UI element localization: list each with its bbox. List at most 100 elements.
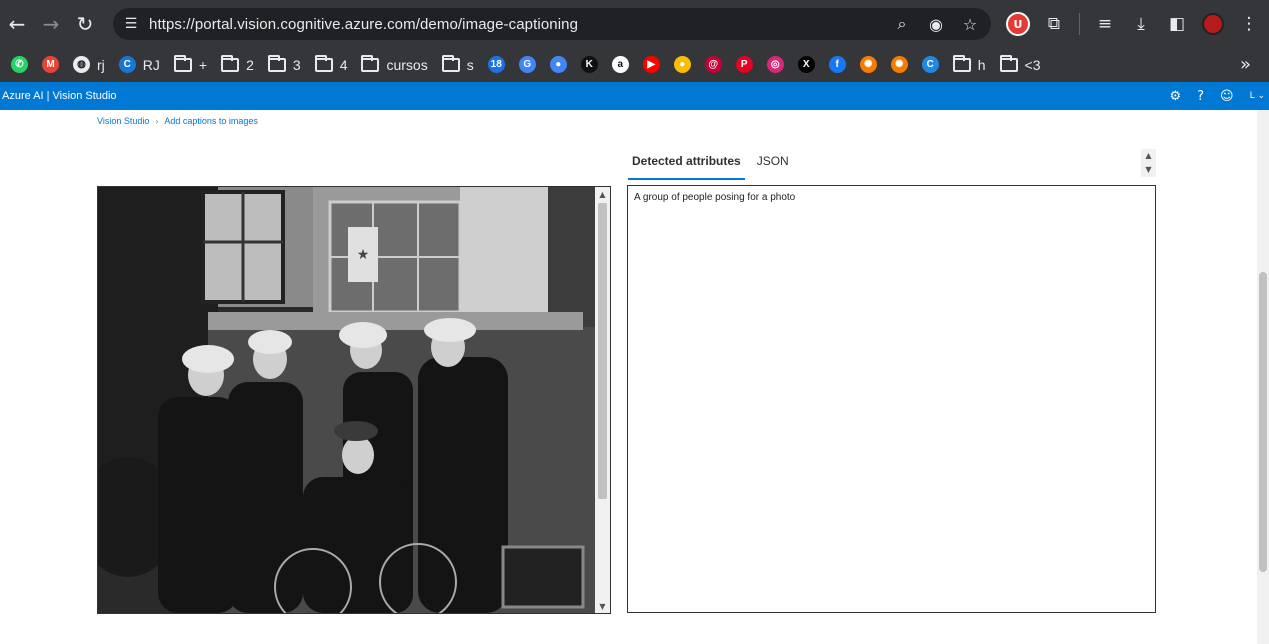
bookmark-label: <3 [1024, 56, 1041, 73]
bookmarks-bar: ✆ M ◍ rj C RJ +2 3 4 cursos s 18 G ● Ka ▶ ● @ P ◎ Xf ✺ ✺ Ch <3 » [0, 47, 1269, 82]
site-settings-icon[interactable]: ☰ [113, 16, 149, 32]
bookmark-label: 3 [292, 56, 301, 73]
youtube-music-icon: ▶ [642, 56, 660, 73]
bookmark-debian[interactable]: @ [698, 51, 729, 79]
settings-gear-icon[interactable]: ⚙ [1169, 89, 1181, 104]
tabs-scroll-up-icon[interactable]: ▲ [1141, 149, 1156, 163]
bookmark-label: 2 [246, 56, 254, 73]
bookmark-chrome-like[interactable]: ● [667, 51, 698, 79]
ublock-icon[interactable]: U [1003, 9, 1033, 39]
swirl-icon: @ [704, 56, 722, 73]
bookmark-folder-s[interactable]: s [435, 51, 481, 79]
profile-avatar[interactable] [1198, 9, 1228, 39]
rj-app-icon: C [118, 56, 136, 73]
bookmark-edge-like[interactable]: C [915, 51, 946, 79]
zoom-icon[interactable]: ⌕ [889, 14, 915, 34]
translate-icon: G [518, 56, 536, 73]
eye-off-icon[interactable]: ◉ [923, 15, 949, 34]
detected-attributes-panel: A group of people posing for a photo [627, 185, 1156, 613]
image-scroll-thumb[interactable] [598, 203, 607, 499]
menu-kebab-icon[interactable]: ⋮ [1234, 9, 1264, 39]
scroll-down-arrow-icon[interactable]: ▼ [595, 599, 610, 613]
address-bar[interactable]: ☰ https://portal.vision.cognitive.azure.… [113, 8, 991, 40]
k-app-icon: K [580, 56, 598, 73]
bookmark-youtube-music[interactable]: ▶ [636, 51, 667, 79]
bookmark-star-icon[interactable]: ☆ [957, 15, 983, 34]
extensions-icon[interactable]: ⧉ [1039, 9, 1069, 39]
bookmark-pinterest[interactable]: P [729, 51, 760, 79]
bookmark-label: s [466, 56, 474, 73]
orange-gear-icon: ✺ [859, 56, 877, 73]
bookmark-facebook[interactable]: f [822, 51, 853, 79]
breadcrumb-current[interactable]: Add captions to images [164, 116, 258, 126]
bookmark-rj-app[interactable]: C RJ [112, 51, 167, 79]
folder-icon [361, 54, 380, 72]
folder-icon [999, 54, 1018, 72]
back-icon[interactable]: ← [0, 7, 34, 41]
page-scrollbar[interactable] [1257, 110, 1269, 644]
tab-detected-attributes[interactable]: Detected attributes [628, 150, 745, 180]
x-icon: X [797, 56, 815, 73]
bookmark-calendar[interactable]: 18 [481, 51, 512, 79]
bookmark-x[interactable]: X [791, 51, 822, 79]
folder-icon [173, 54, 192, 72]
media-controls-icon[interactable]: ≡ [1090, 9, 1120, 39]
image-preview-panel: ★ ▲ ▼ [97, 186, 611, 614]
svg-text:★: ★ [357, 247, 370, 263]
orange-gear-icon: ✺ [890, 56, 908, 73]
feedback-smiley-icon[interactable]: ☺ [1220, 89, 1234, 104]
bookmark-folder-h[interactable]: h [946, 51, 993, 79]
forward-icon[interactable]: → [34, 7, 68, 41]
scroll-up-arrow-icon[interactable]: ▲ [595, 187, 610, 201]
image-scrollbar[interactable]: ▲ ▼ [595, 187, 610, 613]
bookmark-label: cursos [386, 56, 428, 73]
downloads-icon[interactable]: ⤓ [1126, 9, 1156, 39]
bookmark-label: + [198, 56, 208, 73]
refresh-app-icon: C [921, 56, 939, 73]
help-icon[interactable]: ? [1197, 89, 1204, 104]
page-scroll-thumb[interactable] [1259, 272, 1267, 572]
bookmark-instagram[interactable]: ◎ [760, 51, 791, 79]
bookmark-folder-plus[interactable]: + [167, 51, 214, 79]
bookmark-rj-globe[interactable]: ◍ rj [66, 51, 112, 79]
folder-icon [267, 54, 286, 72]
tabs-scroller[interactable]: ▲ ▼ [1141, 149, 1156, 177]
bookmark-assistant[interactable]: ● [543, 51, 574, 79]
folder-icon [952, 54, 971, 72]
folder-icon [441, 54, 460, 72]
bookmark-label: 4 [339, 56, 348, 73]
folder-icon [314, 54, 333, 72]
bookmark-label: RJ [142, 56, 160, 73]
folder-icon [221, 54, 240, 72]
tabs-scroll-down-icon[interactable]: ▼ [1141, 163, 1156, 177]
chevron-right-icon: › [155, 116, 159, 126]
bookmark-k-app[interactable]: K [574, 51, 605, 79]
bookmark-translate[interactable]: G [512, 51, 543, 79]
browser-toolbar: ← → ↻ ☰ https://portal.vision.cognitive.… [0, 0, 1269, 47]
instagram-icon: ◎ [766, 56, 784, 73]
bookmark-gmail[interactable]: M [35, 51, 66, 79]
bookmarks-overflow-icon[interactable]: » [1240, 47, 1251, 82]
breadcrumb-vision-studio[interactable]: Vision Studio [97, 116, 149, 126]
tab-json[interactable]: JSON [753, 150, 793, 180]
bookmark-folder-2[interactable]: 2 [214, 51, 261, 79]
bookmark-orange-app-2[interactable]: ✺ [884, 51, 915, 79]
caption-text: A group of people posing for a photo [634, 192, 796, 203]
gmail-icon: M [42, 56, 59, 73]
bookmark-folder-cursos[interactable]: cursos [354, 51, 434, 79]
bookmark-whatsapp[interactable]: ✆ [4, 51, 35, 79]
url-text[interactable]: https://portal.vision.cognitive.azure.co… [149, 16, 578, 33]
bookmark-folder-4[interactable]: 4 [308, 51, 355, 79]
amazon-icon: a [611, 56, 629, 73]
bookmark-amazon[interactable]: a [605, 51, 636, 79]
facebook-icon: f [828, 56, 846, 73]
bookmark-orange-app-1[interactable]: ✺ [853, 51, 884, 79]
globe-icon: ◍ [73, 56, 90, 73]
side-panel-icon[interactable]: ◧ [1162, 9, 1192, 39]
bookmark-folder-3[interactable]: 3 [261, 51, 308, 79]
reload-icon[interactable]: ↻ [68, 7, 102, 41]
account-menu-icon[interactable]: L ⌄ [1250, 91, 1265, 101]
uploaded-photo: ★ [98, 187, 596, 613]
whatsapp-icon: ✆ [11, 56, 28, 73]
bookmark-folder-3-heart[interactable]: <3 [993, 51, 1048, 79]
